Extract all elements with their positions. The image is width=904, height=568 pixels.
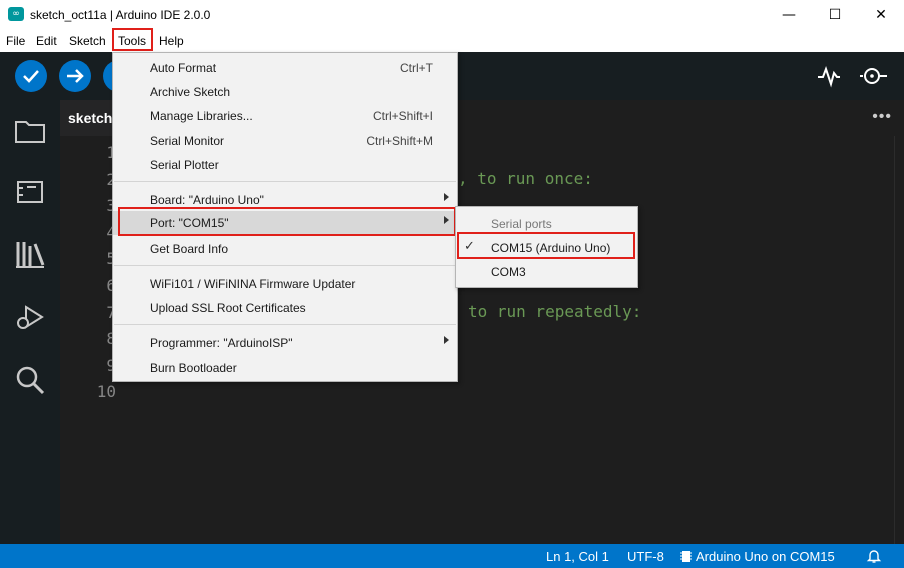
sidebar xyxy=(0,100,60,544)
menu-item-upload-ssl[interactable]: Upload SSL Root Certificates xyxy=(113,296,457,320)
menu-item-archive-sketch[interactable]: Archive Sketch xyxy=(113,80,457,104)
menu-item-label: Burn Bootloader xyxy=(150,361,237,375)
menu-item-label: Serial Monitor xyxy=(150,134,225,148)
menu-item-programmer[interactable]: Programmer: "ArduinoISP" xyxy=(113,331,457,355)
menu-item-manage-libraries[interactable]: Manage Libraries... Ctrl+Shift+I xyxy=(113,104,457,128)
menu-file[interactable]: File xyxy=(6,34,25,48)
close-button[interactable]: ✕ xyxy=(858,0,904,30)
menu-sketch[interactable]: Sketch xyxy=(69,34,106,48)
maximize-button[interactable]: ☐ xyxy=(812,0,858,30)
menu-item-label: Manage Libraries... xyxy=(150,109,253,123)
code-comment: , to run once: xyxy=(458,169,593,188)
menu-item-firmware-updater[interactable]: WiFi101 / WiFiNINA Firmware Updater xyxy=(113,272,457,296)
title-bar: ∞ sketch_oct11a | Arduino IDE 2.0.0 — ☐ … xyxy=(0,0,904,30)
menu-item-label: Archive Sketch xyxy=(150,85,231,99)
arduino-logo-icon: ∞ xyxy=(8,7,24,21)
serial-plotter-icon[interactable] xyxy=(816,64,842,88)
folder-icon[interactable] xyxy=(14,114,46,146)
menu-item-label: Auto Format xyxy=(150,61,217,75)
port-option-label: COM3 xyxy=(491,265,526,279)
file-encoding[interactable]: UTF-8 xyxy=(627,549,664,564)
tab-label: sketch xyxy=(68,110,113,126)
menu-item-shortcut: Ctrl+T xyxy=(400,61,433,75)
debug-icon[interactable] xyxy=(14,301,46,333)
submenu-arrow-icon xyxy=(444,336,449,344)
tools-highlight-box xyxy=(112,28,153,51)
menu-separator xyxy=(114,265,456,266)
library-manager-icon[interactable] xyxy=(14,238,46,270)
window-title: sketch_oct11a | Arduino IDE 2.0.0 xyxy=(30,8,211,22)
menu-item-label: Upload SSL Root Certificates xyxy=(150,301,306,315)
checkmark-icon xyxy=(23,70,39,83)
menu-separator xyxy=(114,324,456,325)
submenu-arrow-icon xyxy=(444,193,449,201)
search-icon[interactable] xyxy=(14,364,46,396)
port-highlight-box xyxy=(118,207,456,236)
menu-item-serial-plotter[interactable]: Serial Plotter xyxy=(113,153,457,177)
menu-item-label: WiFi101 / WiFiNINA Firmware Updater xyxy=(150,277,356,291)
menu-item-serial-monitor[interactable]: Serial Monitor Ctrl+Shift+M xyxy=(113,129,457,153)
board-manager-icon[interactable] xyxy=(14,175,46,207)
com15-highlight-box xyxy=(457,232,635,259)
menu-item-label: Get Board Info xyxy=(150,242,229,256)
board-chip-icon xyxy=(680,551,692,562)
status-bar: Ln 1, Col 1 UTF-8 Arduino Uno on COM15 xyxy=(0,544,904,568)
verify-button[interactable] xyxy=(15,60,47,92)
serial-monitor-icon[interactable] xyxy=(858,63,890,89)
menu-help[interactable]: Help xyxy=(159,34,184,48)
menu-item-shortcut: Ctrl+Shift+M xyxy=(366,134,433,148)
port-option-com3[interactable]: COM3 xyxy=(456,260,637,284)
line-number: 10 xyxy=(96,382,116,401)
editor-scrollbar[interactable] xyxy=(894,136,895,544)
menu-item-auto-format[interactable]: Auto Format Ctrl+T xyxy=(113,56,457,80)
menu-separator xyxy=(114,181,456,182)
menu-item-shortcut: Ctrl+Shift+I xyxy=(372,109,433,123)
menu-item-get-board-info[interactable]: Get Board Info xyxy=(113,237,457,261)
menu-item-label: Serial Plotter xyxy=(150,158,219,172)
notification-bell-icon[interactable] xyxy=(866,548,882,564)
menu-edit[interactable]: Edit xyxy=(36,34,57,48)
code-comment: to run repeatedly: xyxy=(468,302,642,321)
menu-item-label: Board: "Arduino Uno" xyxy=(150,193,264,207)
submenu-header: Serial ports xyxy=(491,217,552,231)
menu-item-burn-bootloader[interactable]: Burn Bootloader xyxy=(113,356,457,380)
board-port-status[interactable]: Arduino Uno on COM15 xyxy=(696,549,835,564)
minimize-button[interactable]: — xyxy=(766,0,812,30)
cursor-position[interactable]: Ln 1, Col 1 xyxy=(546,549,609,564)
upload-button[interactable] xyxy=(59,60,91,92)
more-options-icon[interactable]: ••• xyxy=(872,108,892,126)
menu-item-label: Programmer: "ArduinoISP" xyxy=(150,336,293,350)
arrow-right-icon xyxy=(67,69,84,83)
